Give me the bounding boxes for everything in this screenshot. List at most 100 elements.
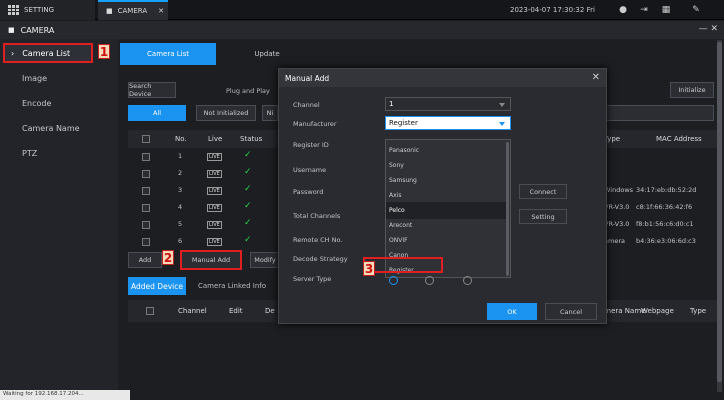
search-input[interactable] [596, 105, 714, 121]
tab-camera[interactable]: ■ CAMERA ✕ [98, 0, 168, 20]
tab-added-device[interactable]: Added Device [128, 277, 186, 295]
row-mac: b4:36:e3:06:6d:c3 [636, 237, 696, 245]
user-icon[interactable]: ● [617, 4, 629, 16]
close-icon[interactable]: ✕ [158, 7, 164, 15]
plug-and-play-label: Plug and Play [226, 87, 270, 95]
search-device-button[interactable]: Search Device [128, 82, 176, 98]
channel-value: 1 [389, 100, 394, 108]
label-decode-strategy: Decode Strategy [293, 255, 348, 263]
right-scrollbar[interactable] [717, 40, 722, 392]
channel-select[interactable]: 1 [385, 97, 511, 111]
initialize-button[interactable]: Initialize [670, 82, 714, 98]
manual-add-button[interactable]: Manual Add [180, 250, 242, 270]
sidebar-item-label: Camera List [22, 48, 71, 58]
page-title: CAMERA [20, 25, 55, 35]
ok-button[interactable]: OK [487, 303, 537, 320]
filter-other[interactable]: Ni [262, 105, 278, 121]
status-check-icon: ✓ [244, 184, 252, 194]
sidebar-item-ptz[interactable]: PTZ [22, 149, 37, 158]
row-checkbox[interactable] [142, 221, 150, 229]
grid-icon [8, 5, 19, 15]
label-password: Password [293, 188, 324, 196]
status-check-icon: ✓ [244, 150, 252, 160]
col-live: Live [208, 135, 223, 143]
row-type: amera [604, 237, 625, 245]
close-icon[interactable]: ✕ [592, 72, 600, 83]
dropdown-scrollbar[interactable] [506, 142, 509, 276]
col-type2: Type [690, 307, 707, 315]
added-select-all-checkbox[interactable] [146, 307, 154, 315]
row-type: Windows [604, 186, 634, 194]
register-highlight [363, 257, 443, 273]
tab-camera-linked-info[interactable]: Camera Linked Info [198, 282, 266, 290]
col-edit: Edit [229, 307, 243, 315]
row-checkbox[interactable] [142, 238, 150, 246]
select-all-checkbox[interactable] [142, 135, 150, 143]
col-mac: MAC Address [656, 135, 702, 143]
manufacturer-select[interactable]: Register [385, 116, 511, 130]
camera-icon: ■ [106, 7, 113, 15]
logout-icon[interactable]: ⇥ [638, 4, 650, 16]
live-icon[interactable]: LIVE [207, 238, 222, 246]
label-manufacturer: Manufacturer [293, 120, 337, 128]
annotation-1: 1 [98, 44, 110, 59]
edit-icon[interactable]: ✎ [690, 4, 702, 16]
dialog-title: Manual Add [279, 69, 606, 87]
row-checkbox[interactable] [142, 187, 150, 195]
status-check-icon: ✓ [244, 235, 252, 245]
col-no: No. [175, 135, 187, 143]
live-icon[interactable]: LIVE [207, 170, 222, 178]
window-controls[interactable]: — ✕ [699, 24, 718, 34]
row-checkbox[interactable] [142, 170, 150, 178]
setting-button[interactable]: Setting [519, 209, 567, 224]
label-remote-ch-no: Remote CH No. [293, 236, 343, 244]
sidebar-item-image[interactable]: Image [22, 74, 47, 83]
filter-all[interactable]: All [128, 105, 186, 121]
annotation-2: 2 [162, 250, 174, 265]
live-icon[interactable]: LIVE [207, 204, 222, 212]
tab-camera-label: CAMERA [117, 7, 148, 15]
row-type: VR-V3.0 [604, 220, 630, 228]
row-no: 3 [178, 186, 183, 194]
row-type: VR-V3.0 [604, 203, 630, 211]
sidebar-item-encode[interactable]: Encode [22, 99, 51, 108]
col-channel: Channel [178, 307, 207, 315]
sidebar: › Camera List Image Encode Camera Name P… [0, 39, 118, 400]
row-checkbox[interactable] [142, 153, 150, 161]
live-icon[interactable]: LIVE [207, 221, 222, 229]
top-bar: SETTING ■ CAMERA ✕ 2023-04-07 17:30:32 F… [0, 0, 724, 20]
live-icon[interactable]: LIVE [207, 187, 222, 195]
tab-setting[interactable]: SETTING [0, 0, 95, 20]
server-type-radio-3[interactable] [463, 276, 472, 285]
label-total-channels: Total Channels [293, 212, 341, 220]
row-no: 2 [178, 169, 183, 177]
connect-button[interactable]: Connect [519, 184, 567, 199]
page-header: ■ CAMERA — ✕ [0, 21, 724, 39]
chevron-down-icon [499, 122, 505, 126]
layout-icon[interactable]: ▦ [660, 4, 672, 16]
server-type-radio-1[interactable] [389, 276, 398, 285]
live-icon[interactable]: LIVE [207, 153, 222, 161]
annotation-3: 3 [363, 261, 375, 276]
cancel-button[interactable]: Cancel [545, 303, 597, 320]
label-server-type: Server Type [293, 275, 332, 283]
clock: 2023-04-07 17:30:32 Fri [510, 6, 595, 14]
row-no: 6 [178, 237, 183, 245]
filter-not-initialized[interactable]: Not Initialized [196, 105, 256, 121]
label-channel: Channel [293, 101, 320, 109]
tab-camera-list[interactable]: Camera List [120, 43, 216, 65]
server-type-radio-2[interactable] [425, 276, 434, 285]
tab-setting-label: SETTING [24, 6, 55, 14]
row-checkbox[interactable] [142, 204, 150, 212]
col-webpage: Webpage [641, 307, 674, 315]
manual-add-dialog: Manual Add ✕ Channel 1 Manufacturer Regi… [278, 68, 607, 324]
row-mac: f8:b1:56:c6:d0:c1 [636, 220, 694, 228]
row-no: 4 [178, 203, 183, 211]
add-button[interactable]: Add [128, 252, 162, 268]
sidebar-item-camera-list[interactable]: › Camera List [3, 43, 93, 63]
tab-update[interactable]: Update [222, 43, 312, 65]
manufacturer-value: Register [389, 119, 418, 127]
sidebar-item-camera-name[interactable]: Camera Name [22, 124, 80, 133]
modify-button[interactable]: Modify [250, 252, 280, 268]
row-mac: c8:1f:66:36:42:f6 [636, 203, 693, 211]
